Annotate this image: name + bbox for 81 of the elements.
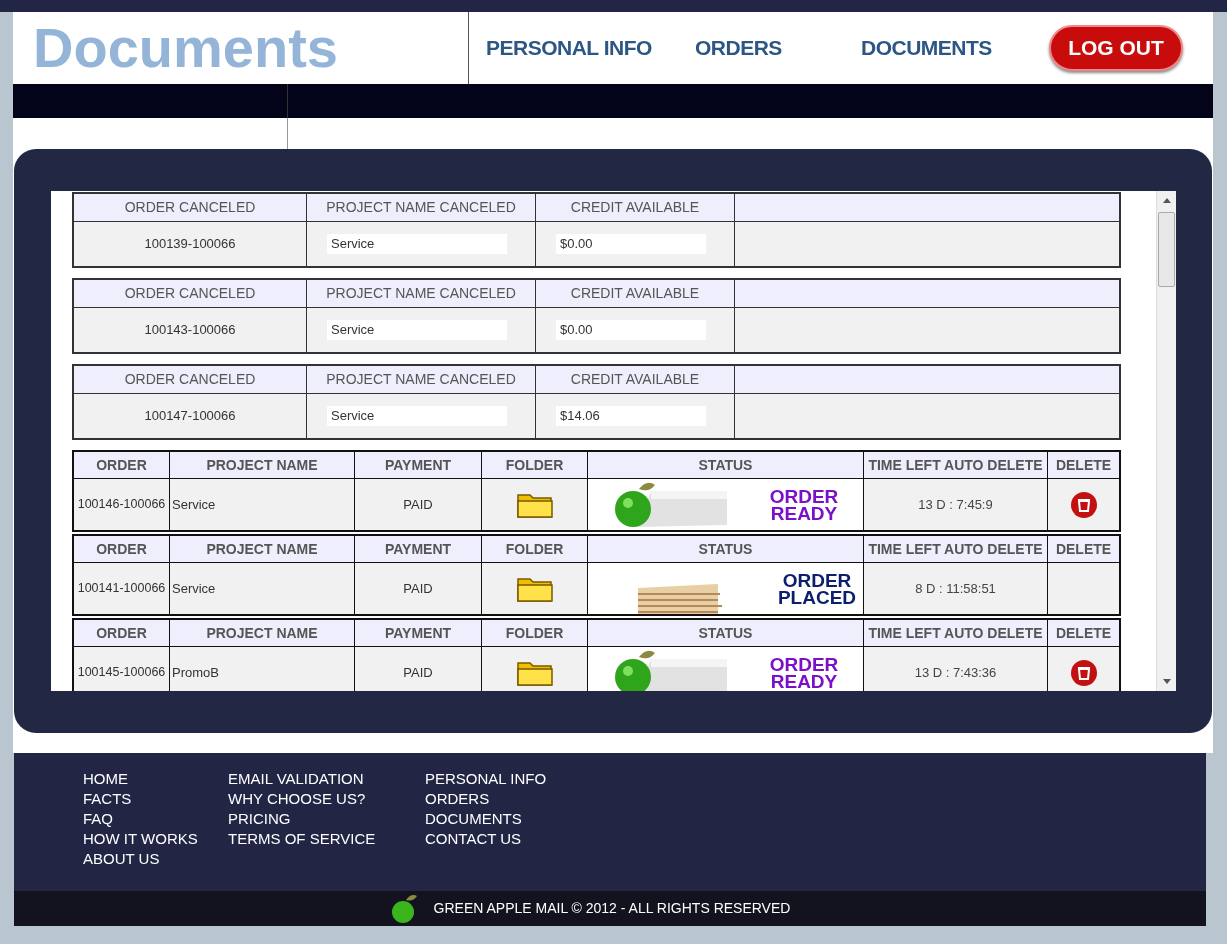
- nav-link[interactable]: PERSONAL INFO: [486, 36, 652, 60]
- footer-link[interactable]: ABOUT US: [83, 849, 198, 869]
- copyright-text: GREEN APPLE MAIL © 2012 - ALL RIGHTS RESERVED: [433, 899, 791, 918]
- footer-link[interactable]: PERSONAL INFO: [425, 769, 585, 789]
- footer-link[interactable]: HOW IT WORKS: [83, 829, 198, 849]
- column-header: STATUS: [588, 620, 864, 647]
- footer-link[interactable]: FACTS: [83, 789, 198, 809]
- column-header: DELETE: [1048, 620, 1119, 647]
- column-header: TIME LEFT AUTO DELETE: [864, 536, 1048, 563]
- delete-trash-icon[interactable]: [1069, 490, 1098, 519]
- column-header: CREDIT AVAILABLE: [536, 366, 735, 394]
- table-cell: 100139-100066: [74, 222, 307, 266]
- column-header: ORDER CANCELED: [74, 280, 307, 308]
- table-cell: PAID: [355, 563, 482, 614]
- column-header: CREDIT AVAILABLE: [536, 194, 735, 222]
- page-title: Documents: [33, 20, 338, 76]
- table-cell: Service: [170, 479, 355, 530]
- column-header: FOLDER: [482, 536, 588, 563]
- footer-link[interactable]: HOME: [83, 769, 198, 789]
- status-label: ORDER PLACED: [776, 571, 858, 606]
- footer-link[interactable]: PRICING: [228, 809, 395, 829]
- credit-field: $0.00: [556, 320, 706, 340]
- scroll-thumb[interactable]: [1158, 212, 1175, 287]
- column-header: STATUS: [588, 536, 864, 563]
- column-header: TIME LEFT AUTO DELETE: [864, 452, 1048, 479]
- apple-logo-icon: [389, 893, 420, 924]
- footer-link[interactable]: ORDERS: [425, 789, 585, 809]
- project-name-field: Service: [327, 406, 507, 426]
- nav-link[interactable]: ORDERS: [695, 36, 782, 60]
- column-header: PAYMENT: [355, 452, 482, 479]
- table-cell: 100145-100066: [74, 647, 170, 691]
- scrollbar[interactable]: [1156, 191, 1176, 691]
- footer-link[interactable]: FAQ: [83, 809, 198, 829]
- column-header: CREDIT AVAILABLE: [536, 280, 735, 308]
- column-header: TIME LEFT AUTO DELETE: [864, 620, 1048, 647]
- column-header: PAYMENT: [355, 620, 482, 647]
- column-header: FOLDER: [482, 620, 588, 647]
- project-name-field: Service: [327, 320, 507, 340]
- nav-link[interactable]: DOCUMENTS: [861, 36, 992, 60]
- column-header: DELETE: [1048, 536, 1119, 563]
- column-header: ORDER: [74, 536, 170, 563]
- credit-field: $14.06: [556, 406, 706, 426]
- table-cell: Service: [170, 563, 355, 614]
- status-label: ORDER READY: [768, 655, 840, 690]
- column-header: ORDER: [74, 452, 170, 479]
- column-header: PROJECT NAME CANCELED: [307, 366, 536, 394]
- project-name-field: Service: [327, 234, 507, 254]
- footer-link[interactable]: TERMS OF SERVICE: [228, 829, 395, 849]
- logout-button[interactable]: LOG OUT: [1049, 25, 1183, 71]
- delete-trash-icon[interactable]: [1069, 658, 1098, 687]
- table-cell: [1048, 563, 1119, 614]
- column-header: PROJECT NAME CANCELED: [307, 194, 536, 222]
- table-cell: PromoB: [170, 647, 355, 691]
- column-header: DELETE: [1048, 452, 1119, 479]
- column-header: PAYMENT: [355, 536, 482, 563]
- table-cell: 13 D : 7:43:36: [864, 647, 1048, 691]
- table-cell: PAID: [355, 647, 482, 691]
- scroll-down-icon[interactable]: [1162, 679, 1171, 684]
- column-header: PROJECT NAME: [170, 536, 355, 563]
- column-header: PROJECT NAME CANCELED: [307, 280, 536, 308]
- table-cell: 13 D : 7:45:9: [864, 479, 1048, 530]
- status-label: ORDER READY: [768, 487, 840, 522]
- column-header: PROJECT NAME: [170, 620, 355, 647]
- column-header: FOLDER: [482, 452, 588, 479]
- table-cell: 100143-100066: [74, 308, 307, 352]
- table-cell: 8 D : 11:58:51: [864, 563, 1048, 614]
- credit-field: $0.00: [556, 234, 706, 254]
- column-header: ORDER CANCELED: [74, 366, 307, 394]
- column-header: STATUS: [588, 452, 864, 479]
- scroll-up-icon[interactable]: [1162, 198, 1171, 203]
- footer-link[interactable]: DOCUMENTS: [425, 809, 585, 829]
- table-cell: 100147-100066: [74, 394, 307, 438]
- column-header: ORDER: [74, 620, 170, 647]
- footer-link[interactable]: EMAIL VALIDATION: [228, 769, 395, 789]
- footer-link[interactable]: CONTACT US: [425, 829, 585, 849]
- footer-link[interactable]: WHY CHOOSE US?: [228, 789, 395, 809]
- table-cell: PAID: [355, 479, 482, 530]
- table-cell: 100146-100066: [74, 479, 170, 530]
- column-header: ORDER CANCELED: [74, 194, 307, 222]
- column-header: PROJECT NAME: [170, 452, 355, 479]
- table-cell: 100141-100066: [74, 563, 170, 614]
